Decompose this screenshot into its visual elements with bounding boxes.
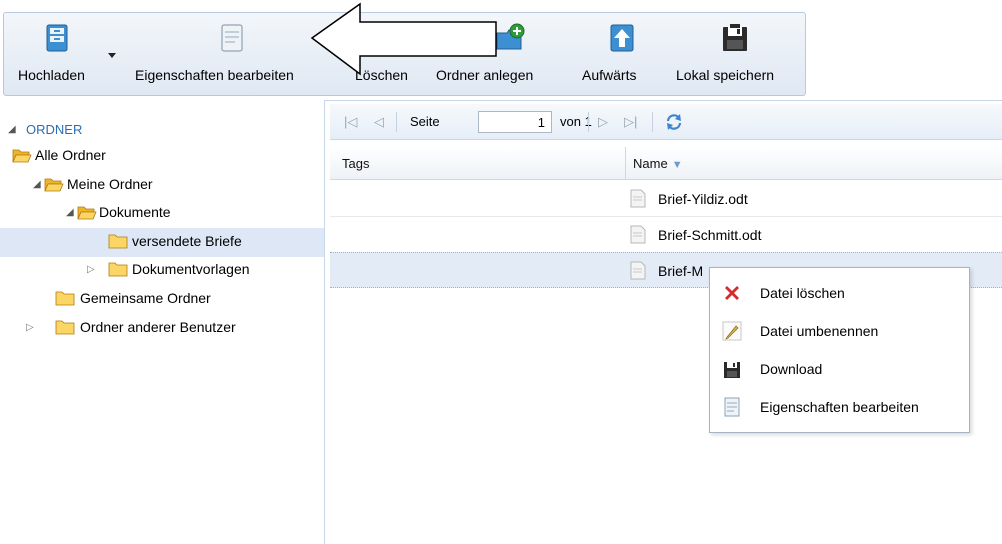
tree-item-dokumentvorlagen[interactable]: ▷ Dokumentvorlagen: [0, 256, 324, 285]
folder-icon: [55, 320, 75, 335]
column-name[interactable]: Name ▼: [633, 156, 683, 171]
save-local-label: Lokal speichern: [676, 67, 775, 83]
last-page-icon[interactable]: ▷|: [624, 114, 637, 130]
expand-arrow-icon[interactable]: ◢: [33, 179, 41, 190]
toolbar: Hochladen Eigenschaften bearbeiten Lösch…: [3, 12, 806, 96]
document-icon: [630, 261, 646, 280]
tree-item-label: Dokumentvorlagen: [132, 261, 250, 277]
upload-button[interactable]: Hochladen: [4, 13, 116, 95]
new-folder-button[interactable]: Ordner anlegen: [430, 13, 570, 95]
folder-icon: [108, 262, 128, 277]
column-name-label: Name: [633, 156, 668, 171]
page-number-input[interactable]: [478, 111, 552, 133]
paging-toolbar: |◁ ◁ Seite von 1 ▷ ▷|: [330, 104, 1002, 140]
menu-item-download[interactable]: Download: [710, 350, 969, 388]
properties-icon: [724, 397, 740, 417]
folder-tree: ◢ ORDNER Alle Ordner ◢ Meine Ordner ◢ Do…: [0, 100, 325, 544]
next-page-icon[interactable]: ▷: [598, 114, 608, 130]
collapse-arrow-icon[interactable]: ▷: [26, 322, 34, 333]
up-arrow-icon: [610, 24, 634, 52]
first-page-icon[interactable]: |◁: [344, 114, 357, 130]
pencil-icon: [722, 321, 742, 341]
menu-item-label: Download: [760, 361, 823, 377]
sort-descending-icon: ▼: [671, 159, 683, 171]
floppy-disk-icon: [724, 362, 740, 378]
new-folder-icon: [496, 23, 525, 50]
expand-arrow-icon[interactable]: ◢: [8, 124, 16, 135]
tree-root-label: ORDNER: [26, 122, 83, 137]
tree-item-dokumente[interactable]: ◢ Dokumente: [0, 199, 324, 228]
file-name: Brief-Yildiz.odt: [658, 191, 748, 207]
document-icon: [630, 225, 646, 244]
prev-page-icon[interactable]: ◁: [374, 114, 384, 130]
tree-item-label: Ordner anderer Benutzer: [80, 319, 236, 335]
folder-open-icon: [44, 178, 64, 192]
folder-open-icon: [12, 149, 32, 163]
new-folder-label: Ordner anlegen: [436, 67, 534, 83]
column-tags[interactable]: Tags: [342, 156, 369, 171]
delete-x-icon: [725, 286, 739, 300]
folder-icon: [55, 291, 75, 306]
delete-button[interactable]: Löschen: [352, 13, 426, 95]
collapse-arrow-icon[interactable]: ▷: [87, 264, 95, 275]
tree-item-label: Gemeinsame Ordner: [80, 290, 211, 306]
menu-item-label: Datei umbenennen: [760, 323, 879, 339]
tree-root[interactable]: ◢ ORDNER: [0, 114, 324, 143]
grid-header: Tags Name ▼: [330, 147, 1002, 180]
page-label: Seite: [410, 114, 440, 129]
save-local-icon: [723, 24, 747, 51]
dropdown-arrow-icon[interactable]: [108, 53, 116, 59]
tree-item-label: Alle Ordner: [35, 147, 106, 163]
edit-properties-label: Eigenschaften bearbeiten: [135, 67, 294, 83]
document-icon: [630, 189, 646, 208]
save-local-button[interactable]: Lokal speichern: [668, 13, 798, 95]
edit-properties-button[interactable]: Eigenschaften bearbeiten: [129, 13, 339, 95]
context-menu: Datei löschen Datei umbenennen Download …: [709, 267, 970, 433]
tree-item-gemeinsame-ordner[interactable]: Gemeinsame Ordner: [0, 285, 324, 314]
menu-item-label: Datei löschen: [760, 285, 845, 301]
menu-item-delete-file[interactable]: Datei löschen: [710, 274, 969, 312]
tree-item-label: Dokumente: [99, 204, 171, 220]
tree-item-ordner-anderer-benutzer[interactable]: ▷ Ordner anderer Benutzer: [0, 314, 324, 343]
separator: [396, 112, 397, 132]
upload-icon: [46, 24, 68, 52]
file-name: Brief-M: [658, 263, 704, 279]
up-label: Aufwärts: [582, 67, 637, 83]
delete-label: Löschen: [355, 67, 408, 83]
separator: [588, 112, 589, 132]
up-button[interactable]: Aufwärts: [579, 13, 661, 95]
tree-item-versendete-briefe[interactable]: versendete Briefe: [0, 228, 324, 257]
menu-item-rename-file[interactable]: Datei umbenennen: [710, 312, 969, 350]
folder-icon: [108, 234, 128, 249]
menu-item-label: Eigenschaften bearbeiten: [760, 399, 919, 415]
folder-open-icon: [77, 206, 97, 220]
table-row[interactable]: Brief-Yildiz.odt: [330, 181, 1002, 217]
column-separator[interactable]: [625, 147, 626, 179]
edit-properties-icon: [221, 24, 243, 52]
refresh-icon[interactable]: [664, 112, 684, 132]
tree-item-label: Meine Ordner: [67, 176, 153, 192]
file-name: Brief-Schmitt.odt: [658, 227, 762, 243]
upload-label: Hochladen: [18, 67, 85, 83]
table-row[interactable]: Brief-Schmitt.odt: [330, 217, 1002, 253]
tree-item-meine-ordner[interactable]: ◢ Meine Ordner: [0, 171, 324, 200]
separator: [652, 112, 653, 132]
expand-arrow-icon[interactable]: ◢: [66, 207, 74, 218]
menu-item-edit-properties[interactable]: Eigenschaften bearbeiten: [710, 388, 969, 426]
tree-item-alle-ordner[interactable]: Alle Ordner: [0, 142, 324, 171]
tree-item-label: versendete Briefe: [132, 233, 242, 249]
